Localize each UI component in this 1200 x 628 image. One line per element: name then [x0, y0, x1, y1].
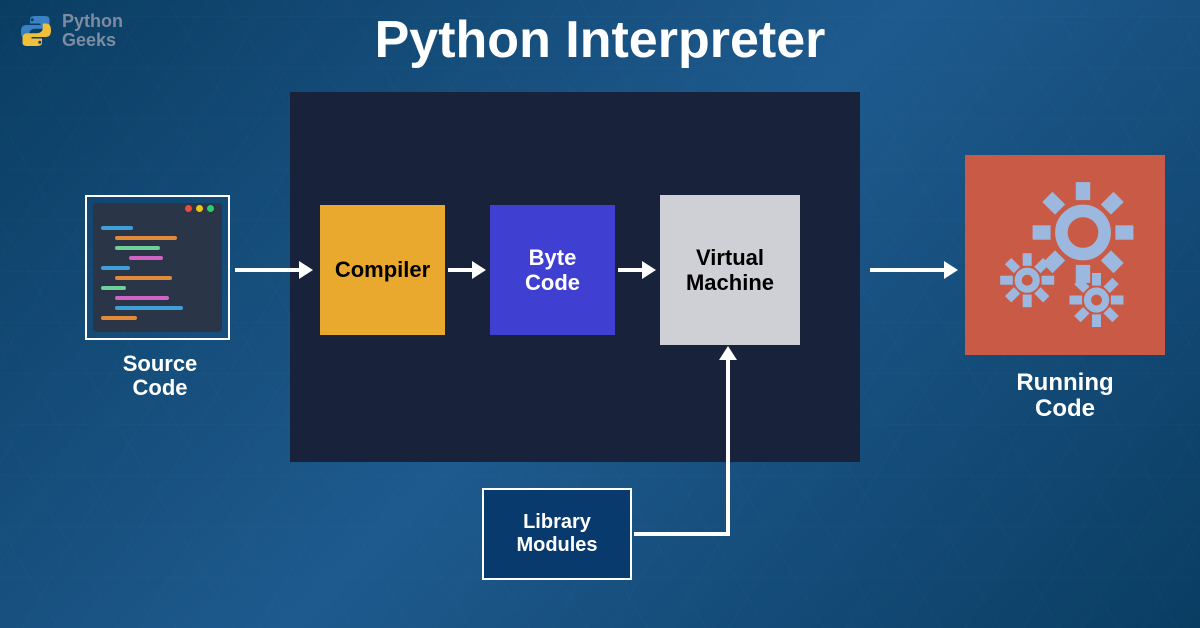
arrow-bytecode-to-vm — [618, 260, 656, 280]
diagram-title: Python Interpreter — [0, 10, 1200, 70]
library-modules-node: LibraryModules — [482, 488, 632, 580]
virtual-machine-node: VirtualMachine — [660, 195, 800, 345]
code-editor-icon — [93, 203, 222, 332]
source-code-label: SourceCode — [100, 352, 220, 400]
compiler-node: Compiler — [320, 205, 445, 335]
arrow-library-to-vm-head — [718, 346, 738, 364]
arrow-library-to-vm-h — [634, 532, 730, 536]
bytecode-node: ByteCode — [490, 205, 615, 335]
gears-icon — [975, 165, 1155, 345]
arrow-library-to-vm-v — [726, 360, 730, 536]
running-code-label: RunningCode — [965, 370, 1165, 423]
source-code-node — [85, 195, 230, 340]
arrow-vm-to-running — [870, 260, 958, 280]
arrow-source-to-compiler — [235, 260, 313, 280]
arrow-compiler-to-bytecode — [448, 260, 486, 280]
running-code-node — [965, 155, 1165, 355]
